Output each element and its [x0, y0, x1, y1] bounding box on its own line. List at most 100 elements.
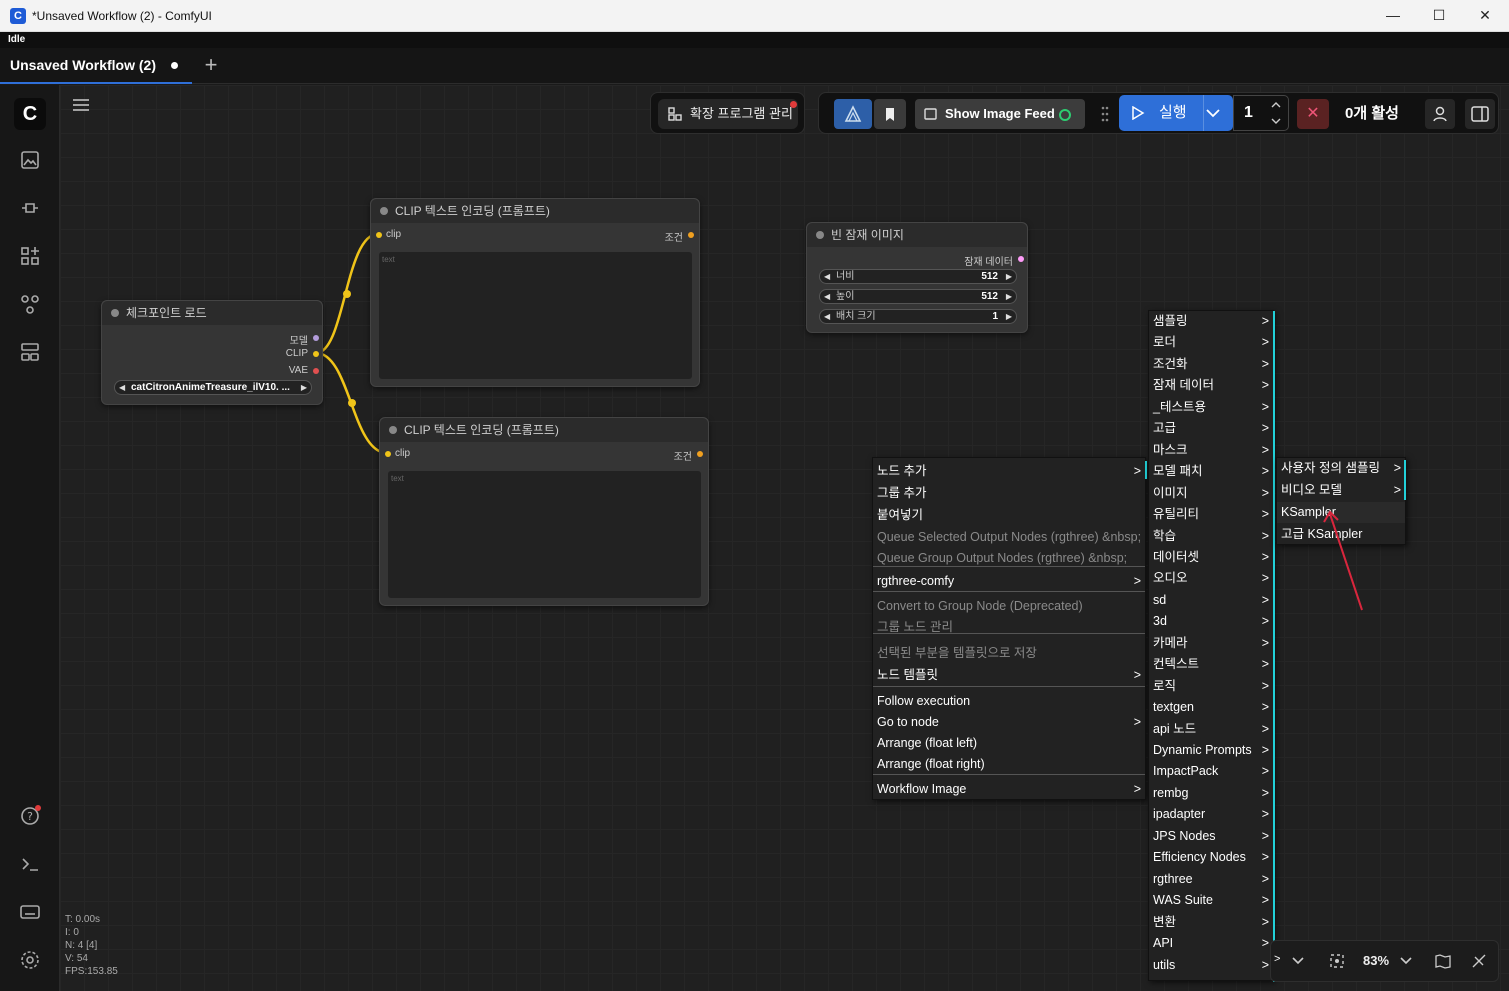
- category-menu-item[interactable]: Dynamic Prompts: [1149, 740, 1273, 761]
- zoom-level[interactable]: 83%: [1363, 953, 1389, 968]
- workflow-tab[interactable]: Unsaved Workflow (2): [0, 48, 192, 84]
- context-menu-item[interactable]: rgthree-comfy: [873, 571, 1145, 592]
- run-button[interactable]: 실행: [1119, 95, 1233, 131]
- sampling-menu-item[interactable]: 사용자 정의 샘플링: [1277, 458, 1405, 479]
- context-menu-item[interactable]: Arrange (float right): [873, 754, 1145, 775]
- context-menu-item[interactable]: 노드 추가: [873, 461, 1145, 482]
- toggle-panel-icon[interactable]: [1465, 99, 1495, 129]
- context-menu-item[interactable]: Arrange (float left): [873, 733, 1145, 754]
- node-title[interactable]: CLIP 텍스트 인코딩 (프롬프트): [380, 418, 708, 442]
- node-title[interactable]: 빈 잠재 이미지: [807, 223, 1027, 247]
- height-widget[interactable]: ◀ 높이 512 ▶: [819, 289, 1017, 304]
- batch-count-input[interactable]: 1: [1233, 95, 1289, 131]
- context-menu-item[interactable]: 그룹 추가: [873, 483, 1145, 504]
- conditioning-output-label: 조건: [664, 233, 683, 244]
- category-menu-item[interactable]: 컨텍스트: [1149, 654, 1273, 675]
- context-menu-item[interactable]: Workflow Image: [873, 779, 1145, 800]
- stat-line: FPS:153.85: [65, 966, 118, 977]
- node-library-icon[interactable]: [18, 244, 42, 268]
- category-menu-item[interactable]: 마스크: [1149, 440, 1273, 461]
- category-menu-item[interactable]: 변환: [1149, 912, 1273, 933]
- category-menu-item[interactable]: api 노드: [1149, 719, 1273, 740]
- category-menu-item[interactable]: Efficiency Nodes: [1149, 847, 1273, 868]
- category-menu-item[interactable]: API: [1149, 933, 1273, 954]
- maximize-button[interactable]: ☐: [1416, 0, 1462, 31]
- latent-output-dot[interactable]: [1018, 256, 1024, 262]
- ckpt-name-combo[interactable]: ◀ catCitronAnimeTreasure_ilV10. ... ▶: [114, 380, 312, 395]
- zoom-chevron-icon[interactable]: [1399, 954, 1413, 968]
- category-menu-item[interactable]: _테스트용: [1149, 397, 1273, 418]
- sampling-menu-item[interactable]: 비디오 모델: [1277, 480, 1405, 501]
- drag-handle-icon[interactable]: [1101, 105, 1109, 123]
- keyboard-icon[interactable]: [18, 900, 42, 924]
- category-menu-item[interactable]: textgen: [1149, 697, 1273, 718]
- settings-gear-icon[interactable]: [18, 948, 42, 972]
- category-menu-item[interactable]: 로직: [1149, 676, 1273, 697]
- category-menu-item[interactable]: 유틸리티: [1149, 504, 1273, 525]
- category-menu-item[interactable]: JPS Nodes: [1149, 826, 1273, 847]
- category-menu-item[interactable]: WAS Suite: [1149, 890, 1273, 911]
- category-menu-item[interactable]: 3d: [1149, 611, 1273, 632]
- hide-links-icon[interactable]: [1471, 953, 1487, 969]
- category-menu-item[interactable]: 학습: [1149, 526, 1273, 547]
- prompt-textarea[interactable]: text: [379, 252, 692, 379]
- category-menu-item[interactable]: rgthree: [1149, 869, 1273, 890]
- clip-input-dot[interactable]: [385, 451, 391, 457]
- terminal-icon[interactable]: [18, 852, 42, 876]
- workflows-icon[interactable]: [18, 292, 42, 316]
- chevron-down-icon[interactable]: [1291, 954, 1305, 968]
- conditioning-output-dot[interactable]: [688, 232, 694, 238]
- node-title[interactable]: 체크포인트 로드: [102, 301, 322, 325]
- category-menu-item[interactable]: ipadapter: [1149, 804, 1273, 825]
- model-output-dot[interactable]: [313, 335, 319, 341]
- user-icon[interactable]: [1425, 99, 1455, 129]
- stat-line: T: 0.00s: [65, 914, 101, 925]
- prompt-textarea[interactable]: text: [388, 471, 701, 598]
- help-icon[interactable]: ?: [18, 804, 42, 828]
- minimap-icon[interactable]: [1435, 953, 1451, 969]
- category-menu-item[interactable]: 로더: [1149, 332, 1273, 353]
- category-menu-item[interactable]: 오디오: [1149, 568, 1273, 589]
- minimize-button[interactable]: —: [1370, 0, 1416, 31]
- active-queue-label[interactable]: 0개 활성: [1339, 99, 1405, 129]
- comfy-logo-icon[interactable]: C: [14, 98, 46, 130]
- category-menu-item[interactable]: 고급: [1149, 418, 1273, 439]
- category-menu-item[interactable]: 데이터셋: [1149, 547, 1273, 568]
- clip-input-dot[interactable]: [376, 232, 382, 238]
- context-menu-item[interactable]: Follow execution: [873, 691, 1145, 712]
- fit-view-icon[interactable]: [1329, 953, 1345, 969]
- category-menu-item[interactable]: 모델 패치: [1149, 461, 1273, 482]
- category-menu-item[interactable]: 카메라: [1149, 633, 1273, 654]
- category-menu-item[interactable]: 이미지: [1149, 483, 1273, 504]
- conditioning-output-dot[interactable]: [697, 451, 703, 457]
- context-menu-item[interactable]: 붙여넣기: [873, 505, 1145, 526]
- category-menu-item[interactable]: rembg: [1149, 783, 1273, 804]
- context-menu-item[interactable]: 노드 템플릿: [873, 665, 1145, 686]
- cancel-button[interactable]: ✕: [1297, 99, 1329, 129]
- templates-icon[interactable]: [18, 340, 42, 364]
- bookmark-button[interactable]: [874, 99, 906, 129]
- clip-text-encode-node-1[interactable]: CLIP 텍스트 인코딩 (프롬프트) clip 조건 text: [370, 198, 700, 387]
- context-menu-item[interactable]: Go to node: [873, 712, 1145, 733]
- category-menu-item[interactable]: 조건화: [1149, 354, 1273, 375]
- empty-latent-image-node[interactable]: 빈 잠재 이미지 잠재 데이터 ◀ 너비 512 ▶ ◀ 높이 512 ▶ ◀ 배치 크기…: [806, 222, 1028, 333]
- close-window-button[interactable]: ✕: [1462, 0, 1508, 31]
- show-image-feed-button[interactable]: Show Image Feed: [915, 99, 1085, 129]
- clip-output-dot[interactable]: [313, 351, 319, 357]
- category-menu-item[interactable]: ImpactPack: [1149, 761, 1273, 782]
- category-menu-item[interactable]: utils: [1149, 955, 1273, 976]
- images-icon[interactable]: [18, 148, 42, 172]
- width-widget[interactable]: ◀ 너비 512 ▶: [819, 269, 1017, 284]
- clip-text-encode-node-2[interactable]: CLIP 텍스트 인코딩 (프롬프트) clip 조건 text: [379, 417, 709, 606]
- menu-hamburger-icon[interactable]: [72, 98, 90, 112]
- add-tab-button[interactable]: +: [200, 54, 222, 76]
- category-menu-item[interactable]: sd: [1149, 590, 1273, 611]
- node-title[interactable]: CLIP 텍스트 인코딩 (프롬프트): [371, 199, 699, 223]
- batch-size-widget[interactable]: ◀ 배치 크기 1 ▶: [819, 309, 1017, 324]
- category-menu-item[interactable]: 잠재 데이터: [1149, 375, 1273, 396]
- category-menu-item[interactable]: 샘플링: [1149, 311, 1273, 332]
- crystools-button[interactable]: [834, 99, 872, 129]
- vae-output-dot[interactable]: [313, 368, 319, 374]
- checkpoint-loader-node[interactable]: 체크포인트 로드 모델 CLIP VAE ◀ catCitronAnimeTre…: [101, 300, 323, 405]
- models-icon[interactable]: [18, 196, 42, 220]
